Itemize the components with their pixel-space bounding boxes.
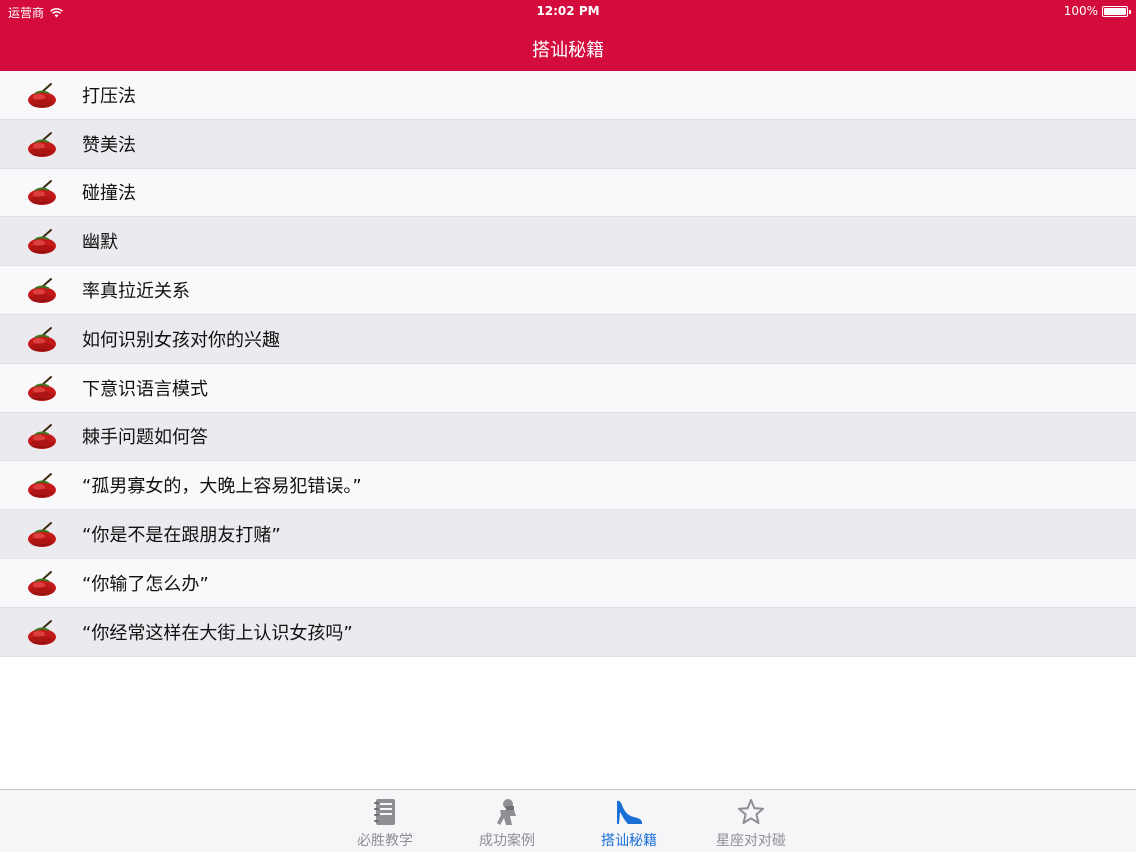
tab-teaching[interactable]: 必胜教学 — [330, 798, 440, 850]
tab-label: 星座对对碰 — [716, 833, 786, 849]
list-item[interactable]: 棘手问题如何答 — [0, 412, 1136, 462]
tab-label: 必胜教学 — [357, 833, 413, 849]
tomato-icon — [28, 131, 56, 157]
list-item-label: 打压法 — [82, 85, 136, 107]
tab-pickup-secrets[interactable]: 搭讪秘籍 — [574, 798, 684, 850]
tomato-icon — [28, 82, 56, 108]
list-item-label: “你是不是在跟朋友打赌” — [82, 525, 281, 547]
list-item[interactable]: “你经常这样在大街上认识女孩吗” — [0, 607, 1136, 657]
tab-bar: 必胜教学 成功案例 搭讪秘籍 星座对对碰 — [0, 789, 1136, 852]
list-item-label: 下意识语言模式 — [82, 378, 208, 400]
header: 运营商 12:02 PM 100% 搭讪秘籍 — [0, 0, 1136, 71]
list-item-label: “你经常这样在大街上认识女孩吗” — [82, 622, 353, 644]
tomato-icon — [28, 424, 56, 450]
notebook-icon — [374, 799, 395, 825]
tab-label: 搭讪秘籍 — [601, 833, 657, 849]
tomato-icon — [28, 473, 56, 499]
list-item[interactable]: 赞美法 — [0, 119, 1136, 169]
tomato-icon — [28, 278, 56, 304]
list-item-label: “孤男寡女的，大晚上容易犯错误。” — [82, 476, 362, 498]
list-item-label: 幽默 — [82, 232, 118, 254]
tab-success-cases[interactable]: 成功案例 — [452, 798, 562, 850]
tomato-icon — [28, 522, 56, 548]
list-item[interactable]: 碰撞法 — [0, 168, 1136, 218]
list-item[interactable]: “孤男寡女的，大晚上容易犯错误。” — [0, 461, 1136, 511]
tomato-icon — [28, 229, 56, 255]
tomato-icon — [28, 619, 56, 645]
tab-zodiac-match[interactable]: 星座对对碰 — [696, 798, 806, 850]
status-time: 12:02 PM — [536, 4, 600, 18]
tomato-icon — [28, 326, 56, 352]
list-item[interactable]: 打压法 — [0, 71, 1136, 120]
battery-percent: 100% — [1063, 4, 1098, 18]
list-item-label: “你输了怎么办” — [82, 573, 209, 595]
high-heel-icon — [617, 800, 642, 824]
list-item[interactable]: 率真拉近关系 — [0, 266, 1136, 315]
battery: 100% — [1063, 4, 1131, 18]
list-item-label: 碰撞法 — [82, 183, 136, 205]
page-title: 搭讪秘籍 — [532, 40, 604, 61]
list-item[interactable]: “你输了怎么办” — [0, 558, 1136, 608]
list-item-label: 如何识别女孩对你的兴趣 — [82, 329, 280, 351]
list-item-label: 棘手问题如何答 — [82, 427, 208, 449]
tab-label: 成功案例 — [479, 833, 535, 849]
list-item-label: 率真拉近关系 — [82, 281, 190, 303]
list-item[interactable]: 下意识语言模式 — [0, 363, 1136, 413]
tomato-icon — [28, 375, 56, 401]
list-item[interactable]: “你是不是在跟朋友打赌” — [0, 510, 1136, 559]
list-item-label: 赞美法 — [82, 134, 136, 156]
star-icon — [738, 799, 764, 824]
list-item[interactable]: 如何识别女孩对你的兴趣 — [0, 314, 1136, 364]
battery-icon — [1102, 5, 1131, 17]
list-item[interactable]: 幽默 — [0, 217, 1136, 267]
tomato-icon — [28, 180, 56, 206]
tips-list: 打压法 赞美法 碰撞法 幽默 率真拉近关系 如何识别女孩对你的兴趣 下意识语言模… — [0, 71, 1136, 657]
figure-icon — [497, 799, 516, 825]
status-bar: 运营商 12:02 PM 100% — [0, 0, 1136, 22]
tomato-icon — [28, 570, 56, 596]
